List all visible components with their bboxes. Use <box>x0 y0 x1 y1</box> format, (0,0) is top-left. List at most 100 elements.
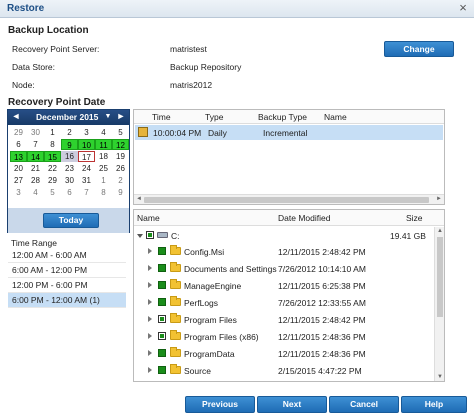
cancel-button[interactable]: Cancel <box>329 396 399 413</box>
calendar-day[interactable]: 16 <box>61 151 78 162</box>
checkbox[interactable] <box>146 231 154 239</box>
calendar-day[interactable]: 25 <box>95 163 112 174</box>
folder-row[interactable]: Documents and Settings 7/26/2012 10:14:10… <box>134 261 432 276</box>
calendar-day[interactable]: 31 <box>78 175 95 186</box>
calendar-day[interactable]: 5 <box>112 127 129 138</box>
calendar-day[interactable]: 3 <box>10 187 27 198</box>
calendar-day[interactable]: 2 <box>61 127 78 138</box>
calendar-day[interactable]: 4 <box>27 187 44 198</box>
drive-row[interactable]: C: 19.41 GB <box>134 228 432 243</box>
calendar-day[interactable]: 29 <box>10 127 27 138</box>
time-range-item[interactable]: 6:00 AM - 12:00 PM <box>8 263 126 278</box>
expand-icon[interactable] <box>148 333 152 339</box>
expand-icon[interactable] <box>148 299 152 305</box>
calendar-day[interactable]: 9 <box>112 187 129 198</box>
previous-button[interactable]: Previous <box>185 396 255 413</box>
calendar-day[interactable]: 4 <box>95 127 112 138</box>
time-range-item[interactable]: 12:00 PM - 6:00 PM <box>8 278 126 293</box>
calendar-day[interactable]: 8 <box>44 139 61 150</box>
expand-icon[interactable] <box>148 316 152 322</box>
calendar-day[interactable]: 5 <box>44 187 61 198</box>
column-date-modified[interactable]: Date Modified <box>278 213 330 223</box>
calendar-day[interactable]: 19 <box>112 151 129 162</box>
calendar-day[interactable]: 2 <box>112 175 129 186</box>
folder-row[interactable]: Source 2/15/2015 4:47:22 PM <box>134 363 432 378</box>
horizontal-scrollbar[interactable]: ◄ ► <box>134 194 444 204</box>
calendar-day[interactable]: 30 <box>61 175 78 186</box>
expand-icon[interactable] <box>148 282 152 288</box>
folder-row[interactable]: Program Files (x86) 12/11/2015 2:48:36 PM <box>134 329 432 344</box>
calendar-day[interactable]: 9 <box>61 139 78 150</box>
calendar-day[interactable]: 20 <box>10 163 27 174</box>
scroll-up-icon[interactable]: ▲ <box>437 228 443 234</box>
calendar-day[interactable]: 8 <box>95 187 112 198</box>
vertical-scrollbar[interactable]: ▲ ▼ <box>434 227 444 381</box>
calendar-day[interactable]: 14 <box>27 151 44 162</box>
calendar-day[interactable]: 12 <box>112 139 129 150</box>
calendar-month-label[interactable]: December 2015 <box>36 112 98 122</box>
calendar-day[interactable]: 10 <box>78 139 95 150</box>
scroll-left-icon[interactable]: ◄ <box>136 196 142 202</box>
scrollbar-thumb[interactable] <box>144 197 429 203</box>
checkbox[interactable] <box>158 281 166 289</box>
calendar-day[interactable]: 30 <box>27 127 44 138</box>
calendar-day[interactable]: 6 <box>10 139 27 150</box>
calendar-day[interactable]: 1 <box>44 127 61 138</box>
collapse-icon[interactable] <box>137 234 143 238</box>
calendar-day[interactable]: 23 <box>61 163 78 174</box>
checkbox[interactable] <box>158 332 166 340</box>
calendar-day[interactable]: 11 <box>95 139 112 150</box>
column-backup-type[interactable]: Backup Type <box>258 112 307 122</box>
expand-icon[interactable] <box>148 248 152 254</box>
calendar-day[interactable]: 13 <box>10 151 27 162</box>
scroll-down-icon[interactable]: ▼ <box>437 374 443 380</box>
calendar-day[interactable]: 22 <box>44 163 61 174</box>
time-range-item[interactable]: 12:00 AM - 6:00 AM <box>8 248 126 263</box>
folder-row[interactable]: ProgramData 12/11/2015 2:48:36 PM <box>134 346 432 361</box>
column-type[interactable]: Type <box>205 112 223 122</box>
help-button[interactable]: Help <box>401 396 467 413</box>
folder-row[interactable]: PerfLogs 7/26/2012 12:33:55 AM <box>134 295 432 310</box>
change-button[interactable]: Change <box>384 41 454 57</box>
recovery-point-row[interactable]: 10:00:04 PM Daily Incremental <box>135 125 443 140</box>
expand-icon[interactable] <box>148 265 152 271</box>
month-dropdown-icon[interactable]: ▼ <box>102 113 114 120</box>
calendar-day[interactable]: 26 <box>112 163 129 174</box>
checkbox[interactable] <box>158 264 166 272</box>
calendar-day[interactable]: 7 <box>27 139 44 150</box>
calendar-day[interactable]: 7 <box>78 187 95 198</box>
calendar-day[interactable]: 21 <box>27 163 44 174</box>
calendar-day[interactable]: 27 <box>10 175 27 186</box>
next-button[interactable]: Next <box>257 396 327 413</box>
column-name[interactable]: Name <box>324 112 347 122</box>
close-icon[interactable]: × <box>456 1 470 15</box>
expand-icon[interactable] <box>148 367 152 373</box>
calendar-day[interactable]: 29 <box>44 175 61 186</box>
checkbox[interactable] <box>158 247 166 255</box>
next-month-icon[interactable]: ► <box>115 111 127 121</box>
calendar-day[interactable]: 6 <box>61 187 78 198</box>
folder-row[interactable]: Program Files 12/11/2015 2:48:42 PM <box>134 312 432 327</box>
column-file-name[interactable]: Name <box>137 213 160 223</box>
calendar-day[interactable]: 18 <box>95 151 112 162</box>
folder-row[interactable]: ManageEngine 12/11/2015 6:25:38 PM <box>134 278 432 293</box>
folder-row[interactable]: Config.Msi 12/11/2015 2:48:42 PM <box>134 244 432 259</box>
calendar-day[interactable]: 24 <box>78 163 95 174</box>
today-button[interactable]: Today <box>43 213 99 228</box>
calendar-day[interactable]: 1 <box>95 175 112 186</box>
time-range-item-selected[interactable]: 6:00 PM - 12:00 AM (1) <box>8 293 126 308</box>
expand-icon[interactable] <box>148 350 152 356</box>
calendar-day[interactable]: 17 <box>78 151 95 162</box>
checkbox[interactable] <box>158 298 166 306</box>
prev-month-icon[interactable]: ◄ <box>10 111 22 121</box>
calendar-day[interactable]: 15 <box>44 151 61 162</box>
scrollbar-thumb[interactable] <box>437 237 443 317</box>
column-time[interactable]: Time <box>152 112 171 122</box>
column-size[interactable]: Size <box>406 213 423 223</box>
checkbox[interactable] <box>158 366 166 374</box>
scroll-right-icon[interactable]: ► <box>436 196 442 202</box>
checkbox[interactable] <box>158 315 166 323</box>
calendar-day[interactable]: 28 <box>27 175 44 186</box>
checkbox[interactable] <box>158 349 166 357</box>
calendar-day[interactable]: 3 <box>78 127 95 138</box>
